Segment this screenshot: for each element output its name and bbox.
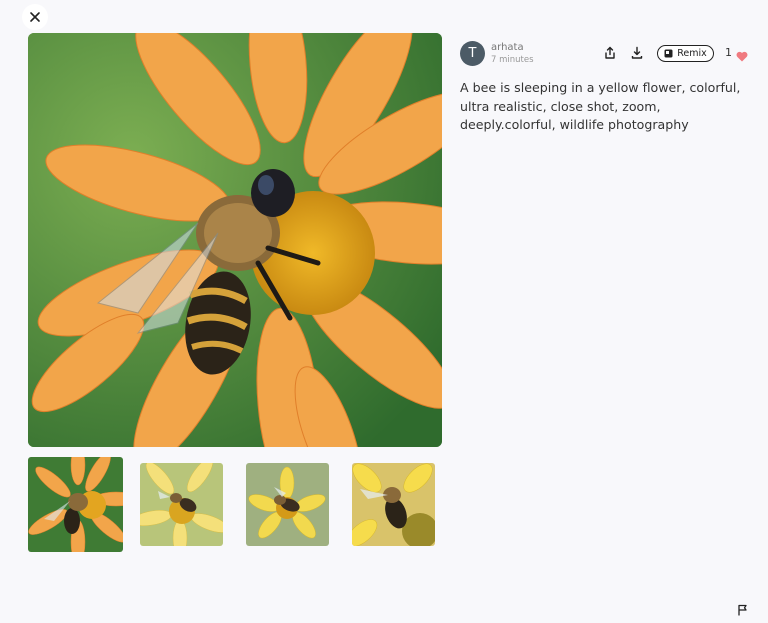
close-button[interactable] xyxy=(22,4,48,30)
remix-icon xyxy=(664,49,673,58)
author-name[interactable]: arhata xyxy=(491,42,524,53)
remix-label: Remix xyxy=(677,48,707,59)
remix-button[interactable]: Remix xyxy=(657,45,714,62)
thumbnail-3[interactable] xyxy=(246,463,329,546)
heart-icon xyxy=(736,51,748,62)
post-time: 7 minutes xyxy=(491,55,534,65)
thumbnail-4[interactable] xyxy=(352,463,435,546)
like-button[interactable] xyxy=(736,47,748,62)
download-icon xyxy=(631,46,643,59)
prompt-text: A bee is sleeping in a yellow flower, co… xyxy=(460,80,741,133)
thumbnail-1[interactable] xyxy=(28,457,123,552)
main-image xyxy=(28,33,442,447)
flag-icon xyxy=(738,604,747,616)
report-button[interactable] xyxy=(737,601,749,616)
share-button[interactable] xyxy=(602,45,618,61)
download-button[interactable] xyxy=(629,45,645,61)
like-count: 1 xyxy=(725,46,732,59)
close-icon xyxy=(30,12,40,22)
thumbnail-2[interactable] xyxy=(140,463,223,546)
share-icon xyxy=(605,46,615,59)
avatar[interactable]: T xyxy=(460,41,485,66)
image-detail-page: T arhata 7 minutes Remix 1 A bee is slee… xyxy=(0,0,768,623)
